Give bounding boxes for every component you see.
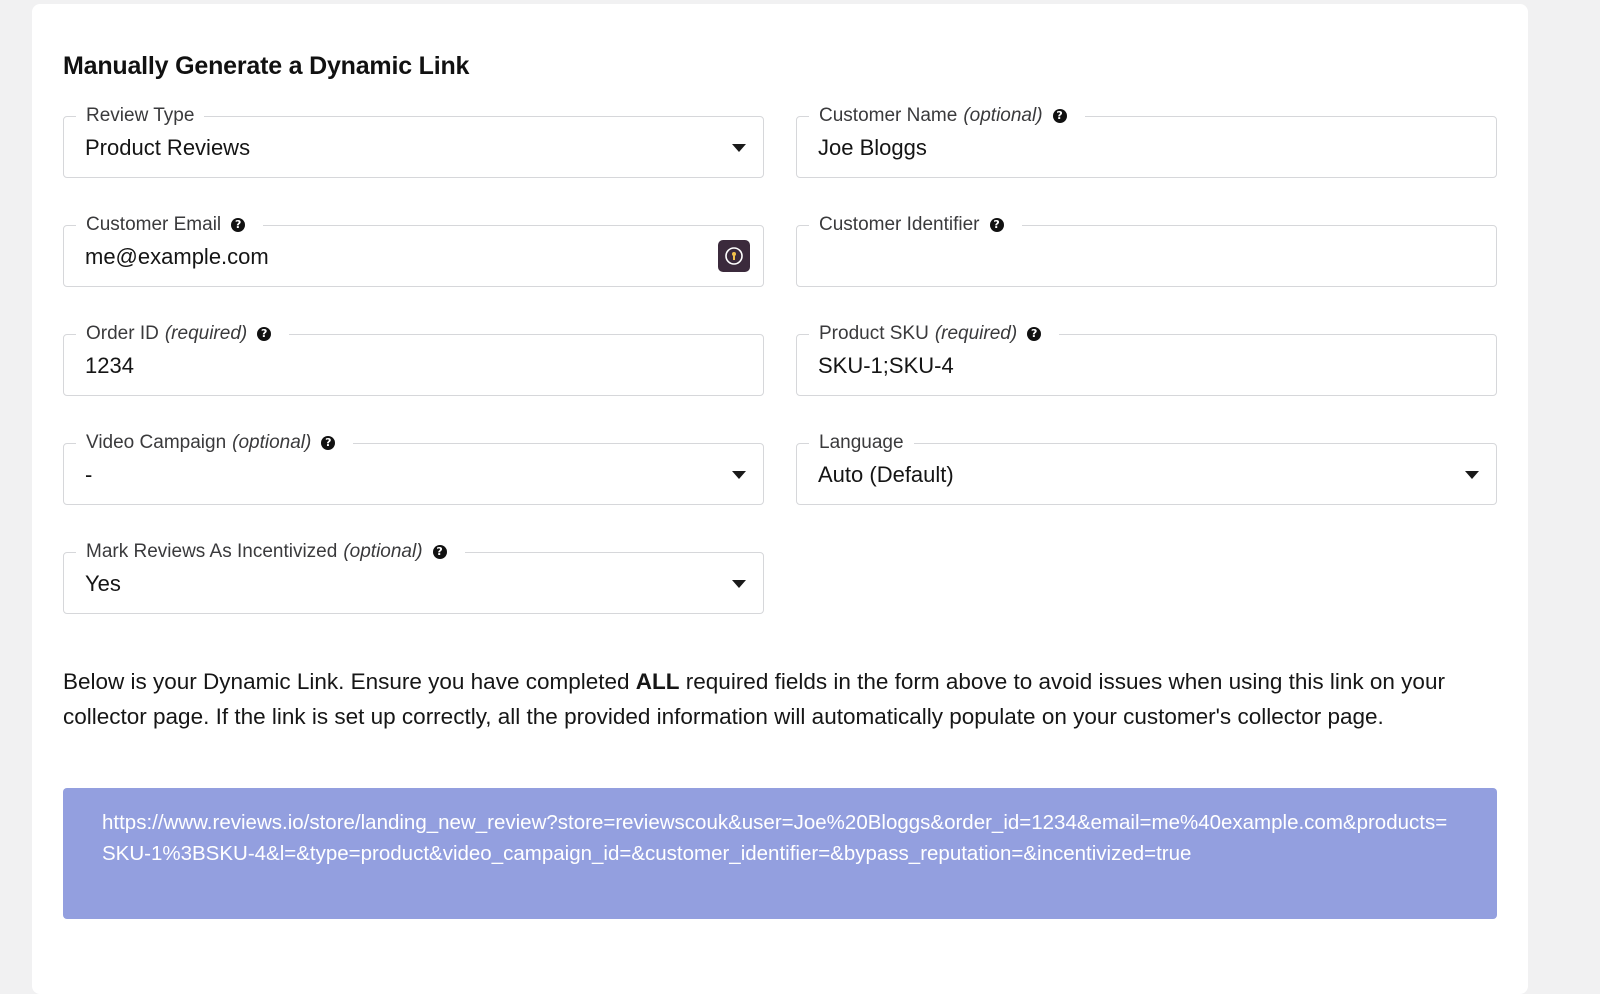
question-circle-icon[interactable]: ? (231, 218, 246, 232)
review-type-select[interactable]: Review Type Product Reviews (63, 105, 764, 178)
order-id-input[interactable]: Order ID (required) ? 1234 (63, 323, 764, 396)
dynamic-link-description: Below is your Dynamic Link. Ensure you h… (63, 669, 1445, 729)
customer-name-value: Joe Bloggs (818, 135, 927, 160)
emphasis-all: ALL (635, 669, 680, 694)
order-id-label: Order ID (required) ? (76, 323, 290, 345)
caret-down-icon[interactable] (732, 144, 746, 152)
customer-identifier-input[interactable]: Customer Identifier ? (796, 214, 1497, 287)
language-value: Auto (Default) (818, 462, 954, 487)
question-circle-icon[interactable]: ? (321, 436, 336, 450)
question-circle-icon[interactable]: ? (257, 327, 272, 341)
product-sku-input[interactable]: Product SKU (required) ? SKU-1;SKU-4 (796, 323, 1497, 396)
video-campaign-select[interactable]: Video Campaign (optional) ? - (63, 432, 764, 505)
video-campaign-label: Video Campaign (optional) ? (76, 432, 354, 454)
question-circle-icon[interactable]: ? (1052, 109, 1067, 123)
order-id-value: 1234 (85, 353, 134, 378)
video-campaign-value: - (85, 462, 93, 487)
password-manager-icon[interactable] (718, 240, 750, 272)
question-circle-icon[interactable]: ? (989, 218, 1004, 232)
caret-down-icon[interactable] (1465, 471, 1479, 479)
caret-down-icon[interactable] (732, 580, 746, 588)
question-circle-icon[interactable]: ? (432, 545, 447, 559)
keyhole-icon (725, 247, 743, 265)
caret-down-icon[interactable] (732, 471, 746, 479)
incentivized-label: Mark Reviews As Incentivized (optional) … (76, 541, 465, 563)
customer-identifier-label: Customer Identifier ? (809, 214, 1022, 236)
product-sku-label: Product SKU (required) ? (809, 323, 1060, 345)
customer-email-label: Customer Email ? (76, 214, 264, 236)
customer-name-label: Customer Name (optional) ? (809, 105, 1085, 127)
product-sku-value: SKU-1;SKU-4 (818, 353, 954, 378)
page-title: Manually Generate a Dynamic Link (63, 52, 470, 80)
incentivized-select[interactable]: Mark Reviews As Incentivized (optional) … (63, 541, 764, 614)
customer-name-input[interactable]: Customer Name (optional) ? Joe Bloggs (796, 105, 1497, 178)
customer-email-value: me@example.com (85, 244, 269, 269)
customer-email-input[interactable]: Customer Email ? me@example.com (63, 214, 764, 287)
incentivized-value: Yes (85, 571, 121, 596)
dynamic-link-text[interactable]: https://www.reviews.io/store/landing_new… (102, 807, 1457, 869)
language-select[interactable]: Language Auto (Default) (796, 432, 1497, 505)
question-circle-icon[interactable]: ? (1027, 327, 1042, 341)
review-type-value: Product Reviews (85, 135, 251, 160)
review-type-label: Review Type (76, 105, 205, 127)
language-label: Language (809, 432, 914, 454)
dynamic-link-card: Manually Generate a Dynamic Link Review … (32, 4, 1528, 994)
dynamic-link-box[interactable]: https://www.reviews.io/store/landing_new… (63, 788, 1497, 919)
